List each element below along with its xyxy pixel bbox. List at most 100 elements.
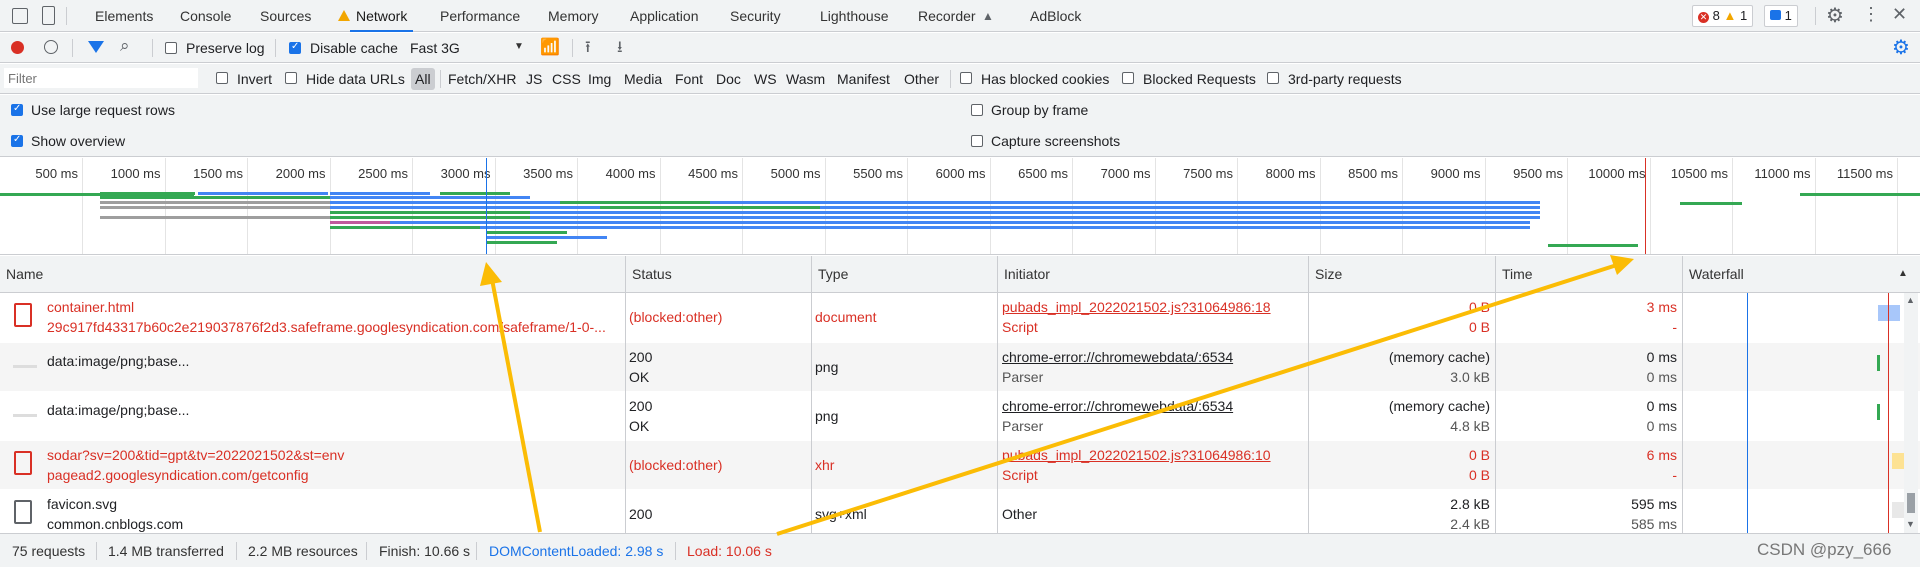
column-header-name[interactable]: Name [0,256,625,293]
column-header-initiator[interactable]: Initiator [997,256,1308,293]
network-overview-timeline[interactable]: 500 ms 1000 ms 1500 ms 2000 ms 2500 ms 3000 m… [0,158,1920,255]
error-warning-counter[interactable]: ✕ 8 ▲ 1 [1692,5,1754,27]
overview-request-bar [487,241,557,244]
tab-lighthouse[interactable]: Lighthouse [820,0,889,32]
filter-input[interactable] [4,68,198,88]
tab-elements[interactable]: Elements [95,0,153,32]
timeline-tick-label: 4500 ms [688,166,738,181]
dropdown-arrow-icon[interactable]: ▼ [514,41,524,52]
waterfall-bar [1892,453,1904,469]
timeline-tick-label: 11500 ms [1836,166,1893,181]
request-name[interactable]: data:image/png;base... [47,402,617,418]
record-stop-icon[interactable] [11,41,24,54]
blocked-request-icon [14,303,32,327]
timeline-tick-label: 6500 ms [1018,166,1068,181]
column-header-waterfall[interactable]: Waterfall [1682,256,1920,293]
request-name[interactable]: container.html [47,299,617,315]
column-header-size[interactable]: Size [1308,256,1495,293]
filter-type-fetch-xhr[interactable]: Fetch/XHR [448,71,516,87]
column-header-time[interactable]: Time [1495,256,1682,293]
overview-request-bar [530,216,1540,219]
filter-type-other[interactable]: Other [904,71,939,87]
request-size: 0 B [1468,299,1490,315]
tab-memory[interactable]: Memory [548,0,599,32]
table-row[interactable]: data:image/png;base... 200 OK png chrome… [0,343,1920,391]
filter-type-css[interactable]: CSS [552,71,581,87]
capture-screenshots-checkbox[interactable] [971,135,983,147]
request-table-header: Name Status Type Initiator Size Time Wat… [0,256,1920,293]
tab-sources[interactable]: Sources [260,0,311,32]
table-scrollbar[interactable]: ▲ ▼ [1904,293,1918,533]
scroll-down-arrow-icon[interactable]: ▼ [1906,519,1915,529]
issues-counter[interactable]: 1 [1764,5,1798,27]
large-rows-checkbox[interactable] [11,103,23,116]
invert-label: Invert [237,71,273,87]
scroll-up-arrow-icon[interactable]: ▲ [1906,295,1915,305]
disable-cache-checkbox[interactable] [289,41,301,54]
scroll-thumb[interactable] [1907,493,1915,513]
overview-dcl-marker [486,158,487,254]
network-settings-gear-icon[interactable]: ⚙ [1892,35,1910,60]
filter-type-manifest[interactable]: Manifest [837,71,890,87]
request-initiator[interactable]: pubads_impl_2022021502.js?31064986:18 [1002,299,1302,315]
invert-checkbox[interactable] [216,72,228,84]
request-initiator[interactable]: pubads_impl_2022021502.js?31064986:10 [1002,447,1302,463]
table-row[interactable]: data:image/png;base... 200 OK png chrome… [0,392,1920,440]
filter-bar: Invert Hide data URLs All Fetch/XHR JS C… [0,64,1920,94]
filter-type-img[interactable]: Img [588,71,611,87]
tab-security[interactable]: Security [730,0,781,32]
filter-icon[interactable] [88,41,104,53]
close-devtools-icon[interactable]: ✕ [1892,4,1907,25]
request-domain: 29c917fd43317b60c2e219037876f2d3.safefra… [47,319,606,335]
preserve-log-checkbox[interactable] [165,42,177,54]
throttling-select[interactable]: Fast 3G [410,40,460,56]
request-type: png [815,408,839,424]
request-initiator[interactable]: chrome-error://chromewebdata/:6534 [1002,398,1302,414]
blocked-requests-checkbox[interactable] [1122,72,1134,84]
third-party-requests-checkbox[interactable] [1267,72,1279,84]
request-domain: pagead2.googlesyndication.com/getconfig [47,467,309,483]
warning-icon [338,10,350,21]
tab-recorder[interactable]: Recorder [918,0,976,32]
tab-console[interactable]: Console [180,0,231,32]
hide-data-urls-checkbox[interactable] [285,72,297,84]
filter-type-doc[interactable]: Doc [716,71,741,87]
overview-request-bar [600,206,820,209]
inspect-element-icon[interactable] [12,8,28,24]
table-row[interactable]: container.html 29c917fd43317b60c2e219037… [0,293,1920,341]
request-initiator[interactable]: chrome-error://chromewebdata/:6534 [1002,349,1302,365]
sort-ascending-icon[interactable]: ▲ [1898,268,1908,279]
more-options-icon[interactable]: ⋮ [1862,4,1880,25]
request-name[interactable]: favicon.svg [47,496,617,512]
request-name[interactable]: sodar?sv=200&tid=gpt&tv=2022021502&st=en… [47,447,617,463]
import-har-icon[interactable]: ⭱ [585,36,591,63]
filter-type-wasm[interactable]: Wasm [786,71,825,87]
search-icon[interactable]: ⌕ [120,36,130,56]
tab-adblock[interactable]: AdBlock [1030,0,1081,32]
filter-type-all[interactable]: All [411,68,435,90]
has-blocked-cookies-checkbox[interactable] [960,72,972,84]
request-size: (memory cache) [1388,398,1490,414]
request-initiator-type: Script [1002,467,1038,483]
network-conditions-icon[interactable]: 📶 [540,37,560,57]
show-overview-checkbox[interactable] [11,134,23,147]
table-row[interactable]: favicon.svg common.cnblogs.com 200 svg+x… [0,490,1920,533]
tab-performance[interactable]: Performance [440,0,520,32]
clear-icon[interactable] [44,40,58,54]
overview-request-bar [100,206,330,209]
group-by-frame-checkbox[interactable] [971,104,983,116]
filter-type-js[interactable]: JS [526,71,542,87]
tab-application[interactable]: Application [630,0,699,32]
table-row[interactable]: sodar?sv=200&tid=gpt&tv=2022021502&st=en… [0,441,1920,489]
column-header-status[interactable]: Status [625,256,811,293]
settings-gear-icon[interactable]: ⚙ [1826,3,1844,28]
overview-request-bar [1800,193,1920,196]
tab-network[interactable]: Network [349,0,414,32]
filter-type-ws[interactable]: WS [754,71,777,87]
filter-type-font[interactable]: Font [675,71,703,87]
device-toolbar-icon[interactable] [42,6,55,25]
export-har-icon[interactable]: ⭳ [617,36,623,63]
filter-type-media[interactable]: Media [624,71,662,87]
request-name[interactable]: data:image/png;base... [47,353,617,369]
column-header-type[interactable]: Type [811,256,997,293]
